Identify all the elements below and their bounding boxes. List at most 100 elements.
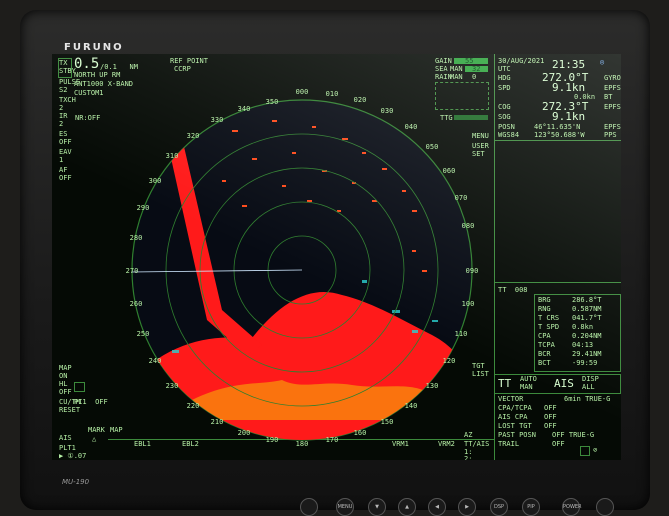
front-left-button[interactable]: ◀ xyxy=(428,498,446,516)
radar-ppi[interactable]: 000 010 020 030 040 050 060 070 080 090 … xyxy=(112,80,492,460)
front-button-blank-right[interactable] xyxy=(596,498,614,516)
bearing-330: 330 xyxy=(211,116,224,124)
txch-button[interactable]: TXCH 2 xyxy=(59,96,76,112)
disp-all-button[interactable]: DISP ALL xyxy=(582,375,599,391)
longitude-value: 123°50.688'W xyxy=(534,131,585,139)
ais-button[interactable]: AIS xyxy=(59,434,72,442)
alert-icon[interactable]: ◎ xyxy=(600,58,604,66)
cu-tm-reset-button[interactable]: CU/TM RESET xyxy=(59,398,80,414)
setting-lost-tgt-value[interactable]: OFF xyxy=(544,422,557,430)
ccrp-button[interactable]: CCRP xyxy=(174,65,191,73)
mark-button[interactable]: MARK xyxy=(88,426,105,434)
setting-vector-value[interactable]: 6min TRUE-G xyxy=(564,395,610,403)
datum-label: WGS84 xyxy=(498,131,520,139)
eav-button[interactable]: EAV 1 xyxy=(59,148,72,164)
target-row-rng-label: RNG xyxy=(538,305,551,313)
bearing-220: 220 xyxy=(187,402,200,410)
setting-ais-cpa-value[interactable]: OFF xyxy=(544,413,557,421)
front-power-button[interactable]: POWER xyxy=(562,498,582,516)
custom-select[interactable]: CUSTOM1 xyxy=(74,89,104,97)
grid-icon[interactable] xyxy=(580,446,590,456)
target-row-tcrs-value: 041.7°T xyxy=(572,314,602,322)
stw-source: BT xyxy=(604,93,613,101)
front-button-blank-left[interactable] xyxy=(300,498,318,516)
front-up-button[interactable]: ▲ xyxy=(398,498,416,516)
hl-button[interactable]: HL OFF xyxy=(59,380,72,396)
orientation-mode[interactable]: NORTH UP RM xyxy=(74,71,120,79)
bearing-080: 080 xyxy=(462,222,475,230)
target-row-tcpa-label: TCPA xyxy=(538,341,555,349)
setting-vector-label[interactable]: VECTOR xyxy=(498,395,523,403)
target-row-tcpa-value: 04:13 xyxy=(572,341,594,349)
setting-trail-label[interactable]: TRAIL xyxy=(498,440,519,448)
mark-triangle-icon: △ xyxy=(92,435,97,443)
cog-label: COG xyxy=(498,103,511,111)
bearing-130: 130 xyxy=(426,382,439,390)
bearing-150: 150 xyxy=(381,418,394,426)
target-row-cpa-label: CPA xyxy=(538,332,551,340)
bearing-260: 260 xyxy=(130,300,143,308)
setting-past-posn-value[interactable]: OFF TRUE-G xyxy=(552,431,594,439)
sog-value: 9.1kn xyxy=(552,110,586,123)
bearing-290: 290 xyxy=(137,204,150,212)
nav-panel-divider xyxy=(494,54,495,460)
ref-point-label: REF POINT xyxy=(170,57,208,65)
front-dsp-button[interactable]: DSP xyxy=(490,498,508,516)
setting-cpa-value[interactable]: OFF xyxy=(544,404,557,412)
bearing-350: 350 xyxy=(266,98,279,106)
af-button[interactable]: AF OFF xyxy=(59,166,72,182)
spd-value: 9.1kn xyxy=(552,81,586,94)
setting-trail-value[interactable]: OFF xyxy=(552,440,565,448)
range-value[interactable]: 0.5 xyxy=(74,57,99,71)
time-value: 21:35 xyxy=(552,58,586,71)
bearing-270: 270 xyxy=(126,267,139,275)
latitude-value: 46°11.635'N xyxy=(534,123,581,131)
target-row-tcrs-label: T CRS xyxy=(538,314,560,322)
setting-ais-cpa-label[interactable]: AIS CPA xyxy=(498,413,528,421)
ais-display-button[interactable]: AIS xyxy=(554,378,574,389)
setting-lost-tgt-label[interactable]: LOST TGT xyxy=(498,422,532,430)
bearing-280: 280 xyxy=(130,234,143,242)
sea-mode[interactable]: MAN xyxy=(450,65,463,73)
pi-icon[interactable] xyxy=(74,382,85,392)
tt-button[interactable]: TT xyxy=(498,378,511,389)
bearing-320: 320 xyxy=(187,132,200,140)
posn-label: POSN xyxy=(498,123,515,131)
front-right-button[interactable]: ▶ xyxy=(458,498,476,516)
bearing-040: 040 xyxy=(405,123,418,131)
radar-screen: TX STBY 0.5 /0.1 NM PULSE S2 NORTH UP RM… xyxy=(52,54,621,460)
bearing-020: 020 xyxy=(354,96,367,104)
bearing-300: 300 xyxy=(149,177,162,185)
front-menu-button[interactable]: MENU xyxy=(336,498,354,516)
bearing-190: 190 xyxy=(266,436,279,444)
gain-value: 55 xyxy=(465,57,474,65)
setting-cpa-label[interactable]: CPA/TCPA xyxy=(498,404,532,412)
ir-button[interactable]: IR 2 xyxy=(59,112,67,128)
target-row-rng-value: 0.587NM xyxy=(572,305,602,313)
sea-value: 32 xyxy=(472,65,481,73)
no-entry-icon[interactable]: ⊘ xyxy=(593,446,597,454)
hdg-source: GYRO xyxy=(604,74,621,82)
target-row-bct-label: BCT xyxy=(538,359,551,367)
map-button[interactable]: MAP ON xyxy=(59,364,72,380)
cog-source: EPFS1 xyxy=(604,103,621,111)
bearing-060: 060 xyxy=(443,167,456,175)
spd-label: SPD xyxy=(498,84,511,92)
front-down-button[interactable]: ▼ xyxy=(368,498,386,516)
bearing-250: 250 xyxy=(137,330,150,338)
date-label: 30/AUG/2021 xyxy=(498,57,545,65)
setting-past-posn-label[interactable]: PAST POSN xyxy=(498,431,536,439)
front-pip-button[interactable]: PIP xyxy=(522,498,540,516)
brand-logo: FURUNO xyxy=(64,42,124,53)
target-row-bcr-label: BCR xyxy=(538,350,551,358)
posn-source: EPFS1 xyxy=(604,123,621,131)
auto-man-button[interactable]: AUTO MAN xyxy=(520,375,537,391)
target-row-brg-label: BRG xyxy=(538,296,551,304)
nav-divider xyxy=(494,140,621,141)
spd-source: EPFS1 xyxy=(604,84,621,92)
es-button[interactable]: ES OFF xyxy=(59,130,72,146)
bearing-160: 160 xyxy=(354,429,367,437)
plt-button[interactable]: PLT1 ▶ ①.07 xyxy=(59,444,86,460)
tt-target-id: TT 008 xyxy=(498,286,528,294)
bearing-140: 140 xyxy=(405,402,418,410)
